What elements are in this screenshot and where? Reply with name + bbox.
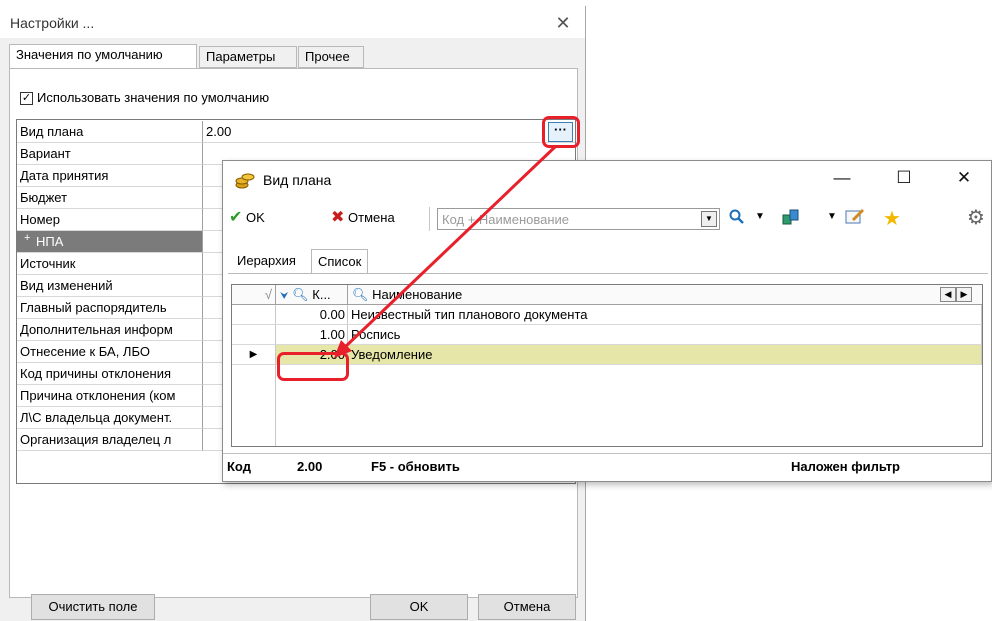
annotation-arrow	[334, 144, 558, 358]
